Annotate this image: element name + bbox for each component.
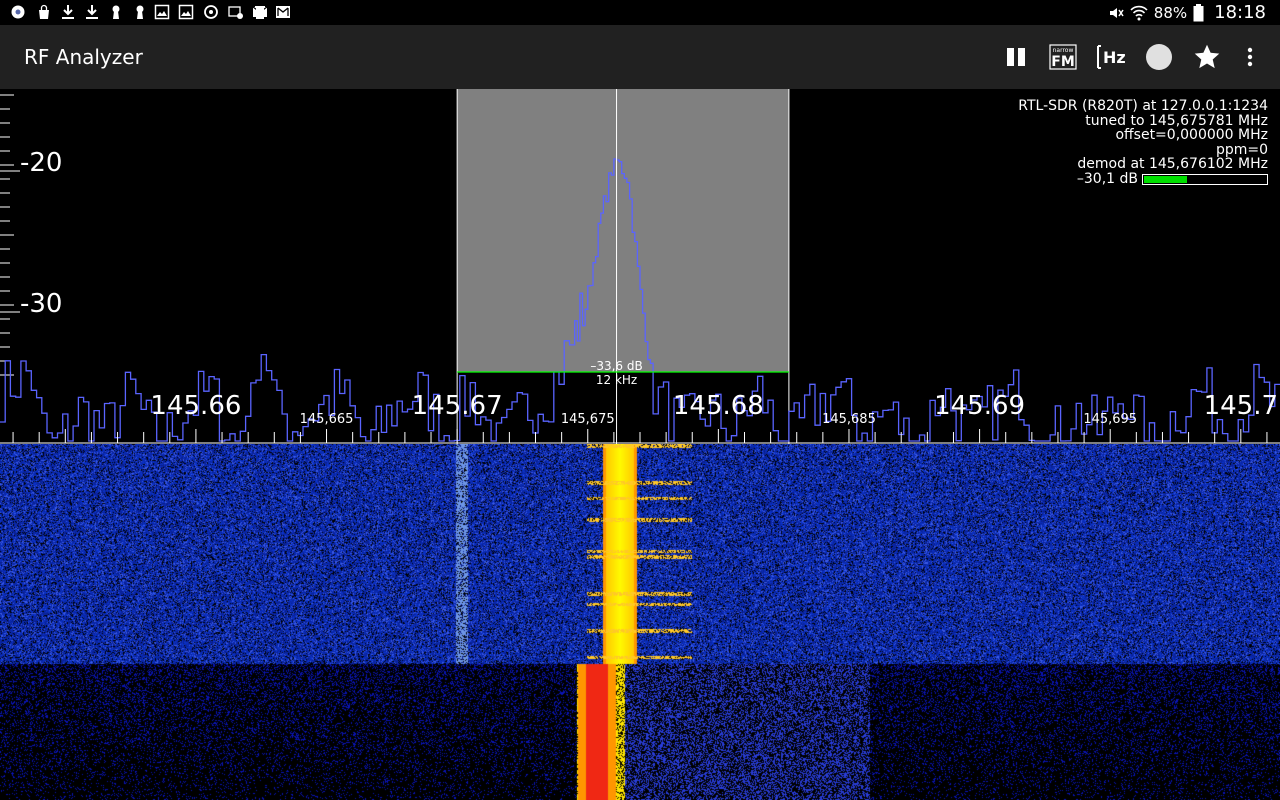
bag-icon	[39, 4, 49, 19]
gmail-icon	[276, 6, 290, 18]
record-circle-icon	[1146, 44, 1172, 70]
pause-icon	[1007, 48, 1025, 66]
vertical-scale	[0, 94, 14, 376]
status-bar: 88% 18:18	[0, 0, 1280, 25]
bookmark-button[interactable]	[1189, 39, 1225, 75]
minor-frequency-label: 145,665	[300, 412, 354, 427]
nfm-fm-label: FM	[1051, 54, 1075, 70]
source-info: RTL-SDR (R820T) at 127.0.0.1:1234 tuned …	[1018, 99, 1268, 187]
battery-percentage: 88%	[1153, 3, 1188, 22]
star-icon	[1194, 44, 1220, 69]
image-icon	[154, 4, 170, 20]
keyhole-icon	[112, 5, 120, 19]
status-system-icons: 88% 18:18	[1108, 0, 1266, 25]
nfm-narrow-label: narrow	[1053, 47, 1074, 54]
demod-line: demod at 145,676102 MHz	[1077, 156, 1268, 173]
app-bar: RF Analyzer narrow FM Hz	[0, 25, 1280, 89]
signal-strength-label: –30,1 dB	[1076, 170, 1138, 187]
major-frequency-label: 145.69	[934, 391, 1025, 421]
download-icon	[62, 5, 74, 19]
major-frequency-label: 145.67	[412, 391, 503, 421]
sync-icon	[204, 5, 218, 19]
channel-squelch-label: –33,6 dB	[590, 359, 642, 373]
y-tick-label: -30	[20, 289, 62, 319]
signal-strength-bar	[1142, 173, 1268, 185]
battery-icon	[1193, 3, 1204, 21]
frequency-axis-ticks	[12, 429, 1268, 443]
keyhole-icon	[136, 5, 144, 19]
major-frequency-label: 145.68	[673, 391, 764, 421]
minor-frequency-label: 145,695	[1083, 412, 1137, 427]
trash-icon	[255, 6, 265, 19]
wifi-icon	[1130, 5, 1148, 20]
minor-frequency-label: 145,685	[822, 412, 876, 427]
major-frequency-label: 145.66	[150, 391, 241, 421]
overflow-menu-button[interactable]	[1232, 39, 1268, 75]
source-line: RTL-SDR (R820T) at 127.0.0.1:1234	[1018, 98, 1268, 114]
offset-line: offset=0,000000 MHz	[1115, 127, 1268, 144]
app-title: RF Analyzer	[24, 45, 143, 69]
record-button[interactable]	[1141, 39, 1177, 75]
mail-settings-icon	[228, 6, 243, 19]
major-frequency-label: 145.7	[1204, 391, 1278, 421]
hz-label: Hz	[1103, 48, 1126, 67]
y-axis-labels: -20 -30	[0, 148, 62, 319]
demodulation-button[interactable]: narrow FM	[1045, 39, 1081, 75]
pause-button[interactable]	[998, 39, 1034, 75]
tuned-line: tuned to 145,675781 MHz	[1085, 112, 1268, 129]
download-icon	[86, 5, 98, 19]
overflow-menu-icon	[1247, 47, 1253, 67]
settings-gear-icon	[11, 5, 25, 19]
narrow-fm-icon: narrow FM	[1049, 44, 1077, 70]
channel-bandwidth-label: 12 kHz	[596, 373, 637, 387]
frequency-axis-labels: 145.66 145.67 145.68 145.69 145.7 145,665 145,…	[150, 391, 1278, 427]
waterfall-display[interactable]	[0, 444, 1280, 800]
ppm-line: ppm=0	[1215, 141, 1268, 158]
signal-strength-fill	[1144, 175, 1188, 183]
channel-selection[interactable]	[457, 89, 789, 372]
minor-frequency-label: 145,675	[561, 412, 615, 427]
frequency-hz-icon: Hz	[1097, 45, 1126, 69]
image-icon	[178, 4, 194, 20]
signal-strength-row: –30,1 dB	[1018, 172, 1268, 187]
clock: 18:18	[1214, 2, 1266, 23]
set-frequency-button[interactable]: Hz	[1093, 39, 1129, 75]
y-tick-label: -20	[20, 148, 62, 178]
mute-icon	[1109, 7, 1124, 18]
